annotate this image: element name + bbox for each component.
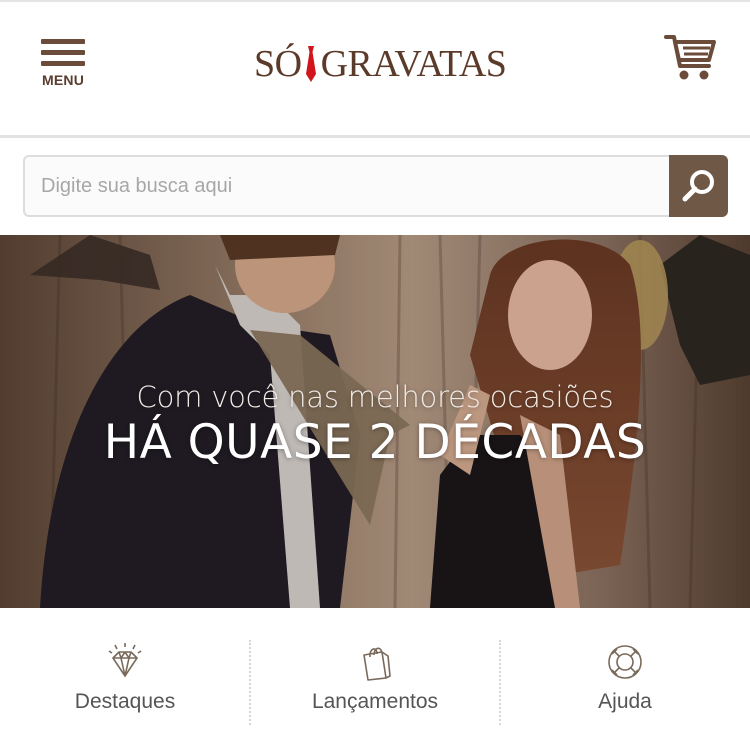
- search-input[interactable]: [23, 155, 671, 217]
- shopping-bag-icon: [363, 647, 391, 681]
- menu-button[interactable]: MENU: [40, 39, 86, 91]
- search-bar: [23, 155, 728, 217]
- shopping-cart-icon: [664, 35, 716, 80]
- logo-text-left: SÓ: [254, 43, 302, 85]
- nav-item-destaques[interactable]: Destaques: [0, 610, 250, 750]
- menu-label: MENU: [41, 72, 85, 88]
- banner-headline: HÁ QUASE 2 DÉCADAS: [103, 415, 647, 470]
- nav-label-lancamentos: Lançamentos: [311, 690, 439, 713]
- nav-label-destaques: Destaques: [74, 690, 176, 713]
- search-icon: [682, 170, 714, 202]
- lifebuoy-icon: [608, 645, 642, 679]
- nav-label-ajuda: Ajuda: [598, 690, 652, 713]
- hamburger-icon-bar: [41, 39, 85, 44]
- nav-item-lancamentos[interactable]: Lançamentos: [250, 610, 500, 750]
- cart-button[interactable]: [664, 32, 718, 82]
- site-logo[interactable]: SÓ GRAVATAS: [254, 42, 507, 86]
- bottom-nav: Destaques Lançamentos Ajuda: [0, 610, 750, 750]
- nav-item-ajuda[interactable]: Ajuda: [500, 610, 750, 750]
- banner-subtitle: Com você nas melhores ocasiões: [136, 380, 614, 414]
- top-header: MENU SÓ GRAVATAS: [0, 0, 750, 138]
- search-button[interactable]: [669, 155, 728, 217]
- hamburger-icon-bar: [41, 50, 85, 55]
- tie-icon: [305, 46, 316, 82]
- diamond-icon: [108, 643, 142, 677]
- hamburger-icon-bar: [41, 61, 85, 66]
- logo-text-right: GRAVATAS: [320, 43, 507, 85]
